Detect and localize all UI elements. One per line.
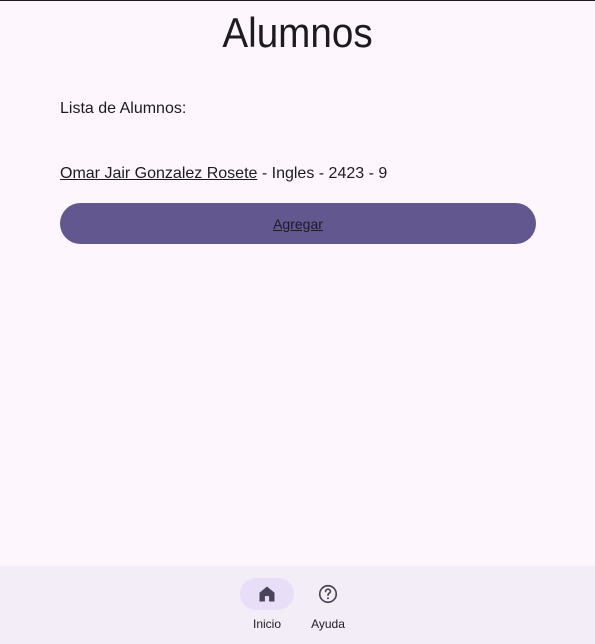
nav-item-ayuda[interactable]: Ayuda: [296, 578, 360, 634]
bottom-navigation-bar: Inicio Ayuda: [0, 566, 595, 644]
add-student-button[interactable]: Agregar: [60, 203, 536, 244]
student-name-link[interactable]: Omar Jair Gonzalez Rosete: [60, 165, 257, 182]
student-list-label: Lista de Alumnos:: [60, 100, 187, 117]
student-details: - Ingles - 2423 - 9: [257, 165, 388, 182]
add-button-label: Agregar: [273, 215, 323, 232]
home-icon: [257, 584, 277, 604]
nav-inactive-indicator: [301, 578, 355, 610]
nav-item-inicio[interactable]: Inicio: [235, 578, 299, 634]
nav-label-ayuda: Ayuda: [311, 617, 345, 631]
page-title: Alumnos: [222, 9, 373, 56]
nav-label-inicio: Inicio: [252, 617, 281, 631]
help-circle-icon: [317, 583, 339, 605]
student-list-item: Omar Jair Gonzalez Rosete - Ingles - 242…: [60, 164, 387, 184]
top-divider: [0, 0, 595, 1]
nav-active-indicator: [240, 578, 294, 610]
